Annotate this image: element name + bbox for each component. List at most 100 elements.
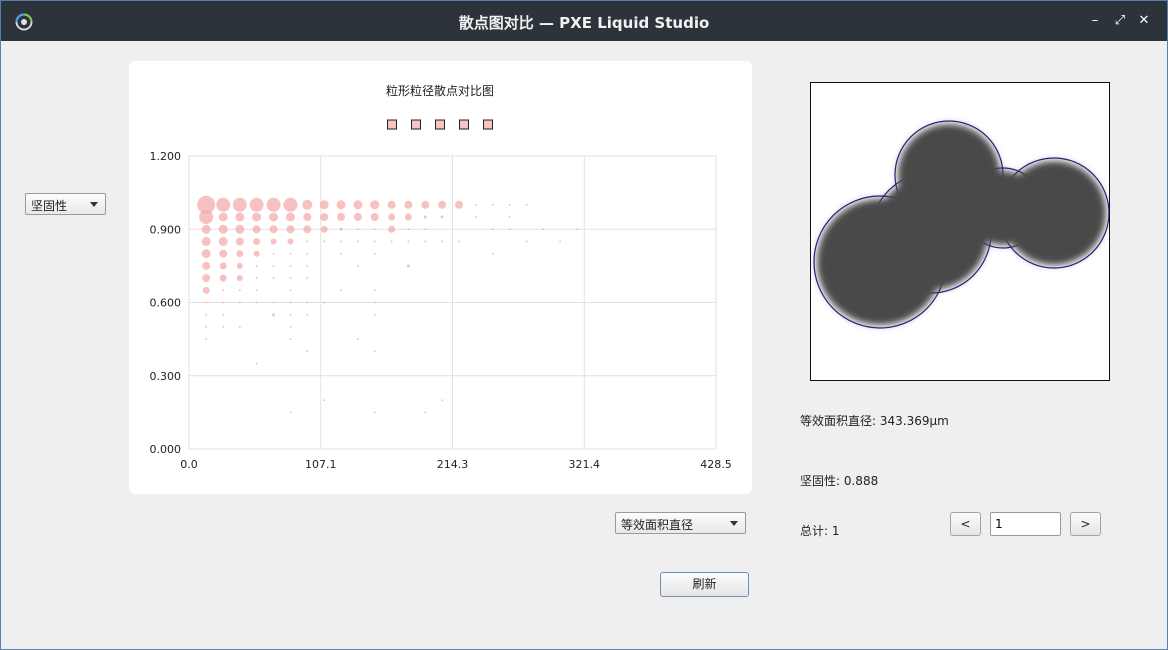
y-tick-label: 0.300 [150, 370, 182, 383]
prev-page-button[interactable]: < [950, 512, 981, 536]
minimize-button[interactable]: – [1085, 11, 1105, 31]
scatter-point [289, 301, 292, 304]
scatter-point [373, 411, 376, 414]
scatter-point [289, 264, 292, 267]
y-tick-label: 0.000 [150, 443, 182, 456]
y-tick-label: 1.200 [150, 150, 182, 163]
scatter-point [252, 212, 262, 222]
scatter-point [306, 301, 309, 304]
scatter-point [289, 313, 292, 316]
scatter-point [336, 200, 346, 210]
scatter-point [287, 238, 294, 245]
next-page-button[interactable]: > [1070, 512, 1101, 536]
scatter-point [525, 203, 528, 206]
x-tick-label: 321.4 [569, 458, 601, 471]
scatter-point [491, 252, 494, 255]
scatter-point [306, 313, 309, 316]
scatter-point [458, 240, 460, 243]
scatter-point [289, 325, 292, 328]
scatter-point [424, 411, 427, 414]
scatter-point [289, 252, 292, 255]
scatter-point [255, 264, 258, 267]
scatter-point [407, 228, 410, 231]
chevron-down-icon [730, 521, 738, 526]
scatter-point [356, 264, 359, 267]
scatter-point [289, 411, 292, 414]
scatter-point [269, 225, 278, 234]
scatter-point [218, 237, 228, 246]
diameter-readout: 等效面积直径: 343.369μm [800, 414, 949, 428]
scatter-point [373, 289, 376, 292]
legend-marker [483, 119, 493, 130]
scatter-point [216, 197, 231, 212]
scatter-point [238, 289, 241, 292]
scatter-point [289, 338, 292, 341]
scatter-point [289, 277, 292, 280]
scatter-point [387, 200, 396, 209]
scatter-point [306, 240, 309, 243]
scatter-point [255, 289, 258, 292]
scatter-point [255, 301, 258, 304]
scatter-point [441, 399, 444, 402]
scatter-point [202, 286, 210, 294]
legend-marker [435, 119, 445, 130]
scatter-point [323, 240, 326, 243]
scatter-point [390, 240, 393, 243]
y-metric-select[interactable]: 坚固性 [25, 193, 106, 215]
scatter-point [272, 252, 275, 255]
scatter-point [474, 203, 477, 206]
close-button[interactable]: ✕ [1134, 11, 1154, 31]
scatter-point [353, 213, 362, 221]
scatter-point [320, 213, 329, 221]
scatter-point [424, 228, 427, 231]
scatter-point [289, 289, 292, 292]
scatter-point [559, 240, 562, 243]
scatter-point [438, 200, 447, 209]
solidity-readout: 坚固性: 0.888 [800, 474, 879, 488]
x-tick-label: 107.1 [305, 458, 337, 471]
scatter-point [218, 212, 228, 222]
legend-marker [387, 119, 397, 130]
scatter-point [491, 203, 494, 206]
scatter-point [455, 200, 463, 209]
x-metric-select[interactable]: 等效面积直径 [615, 512, 746, 534]
scatter-point [253, 238, 261, 245]
scatter-point [303, 225, 312, 234]
scatter-point [235, 212, 245, 222]
scatter-point [201, 249, 211, 259]
chevron-down-icon [90, 202, 98, 207]
x-tick-label: 214.3 [437, 458, 469, 471]
scatter-point [286, 212, 295, 222]
scatter-point [306, 350, 309, 353]
scatter-point [272, 301, 275, 304]
scatter-point [255, 277, 258, 280]
scatter-point [222, 313, 225, 316]
scatter-point [373, 240, 376, 243]
scatter-point [373, 228, 376, 231]
scatter-point [205, 301, 208, 304]
scatter-point [286, 225, 295, 234]
restore-button[interactable]: ⤢ [1110, 11, 1130, 31]
scatter-point [373, 350, 376, 353]
scatter-point [219, 249, 228, 258]
total-count: 总计: 1 [800, 524, 840, 538]
scatter-point [306, 252, 309, 255]
scatter-point [218, 224, 228, 234]
scatter-point [340, 240, 342, 243]
scatter-point [508, 216, 511, 218]
scatter-point [222, 301, 225, 304]
scatter-point [253, 250, 260, 257]
scatter-point [356, 228, 359, 231]
scatter-point [236, 250, 244, 258]
refresh-button[interactable]: 刷新 [660, 572, 749, 597]
x-tick-label: 428.5 [700, 458, 732, 471]
scatter-point [388, 213, 396, 221]
scatter-point [491, 228, 494, 231]
scatter-point [508, 203, 511, 206]
scatter-point [272, 264, 275, 267]
y-metric-value: 坚固性 [31, 199, 68, 213]
page-number-input[interactable] [990, 512, 1061, 536]
scatter-point [576, 228, 578, 231]
scatter-point [219, 274, 227, 282]
scatter-point [199, 210, 214, 224]
